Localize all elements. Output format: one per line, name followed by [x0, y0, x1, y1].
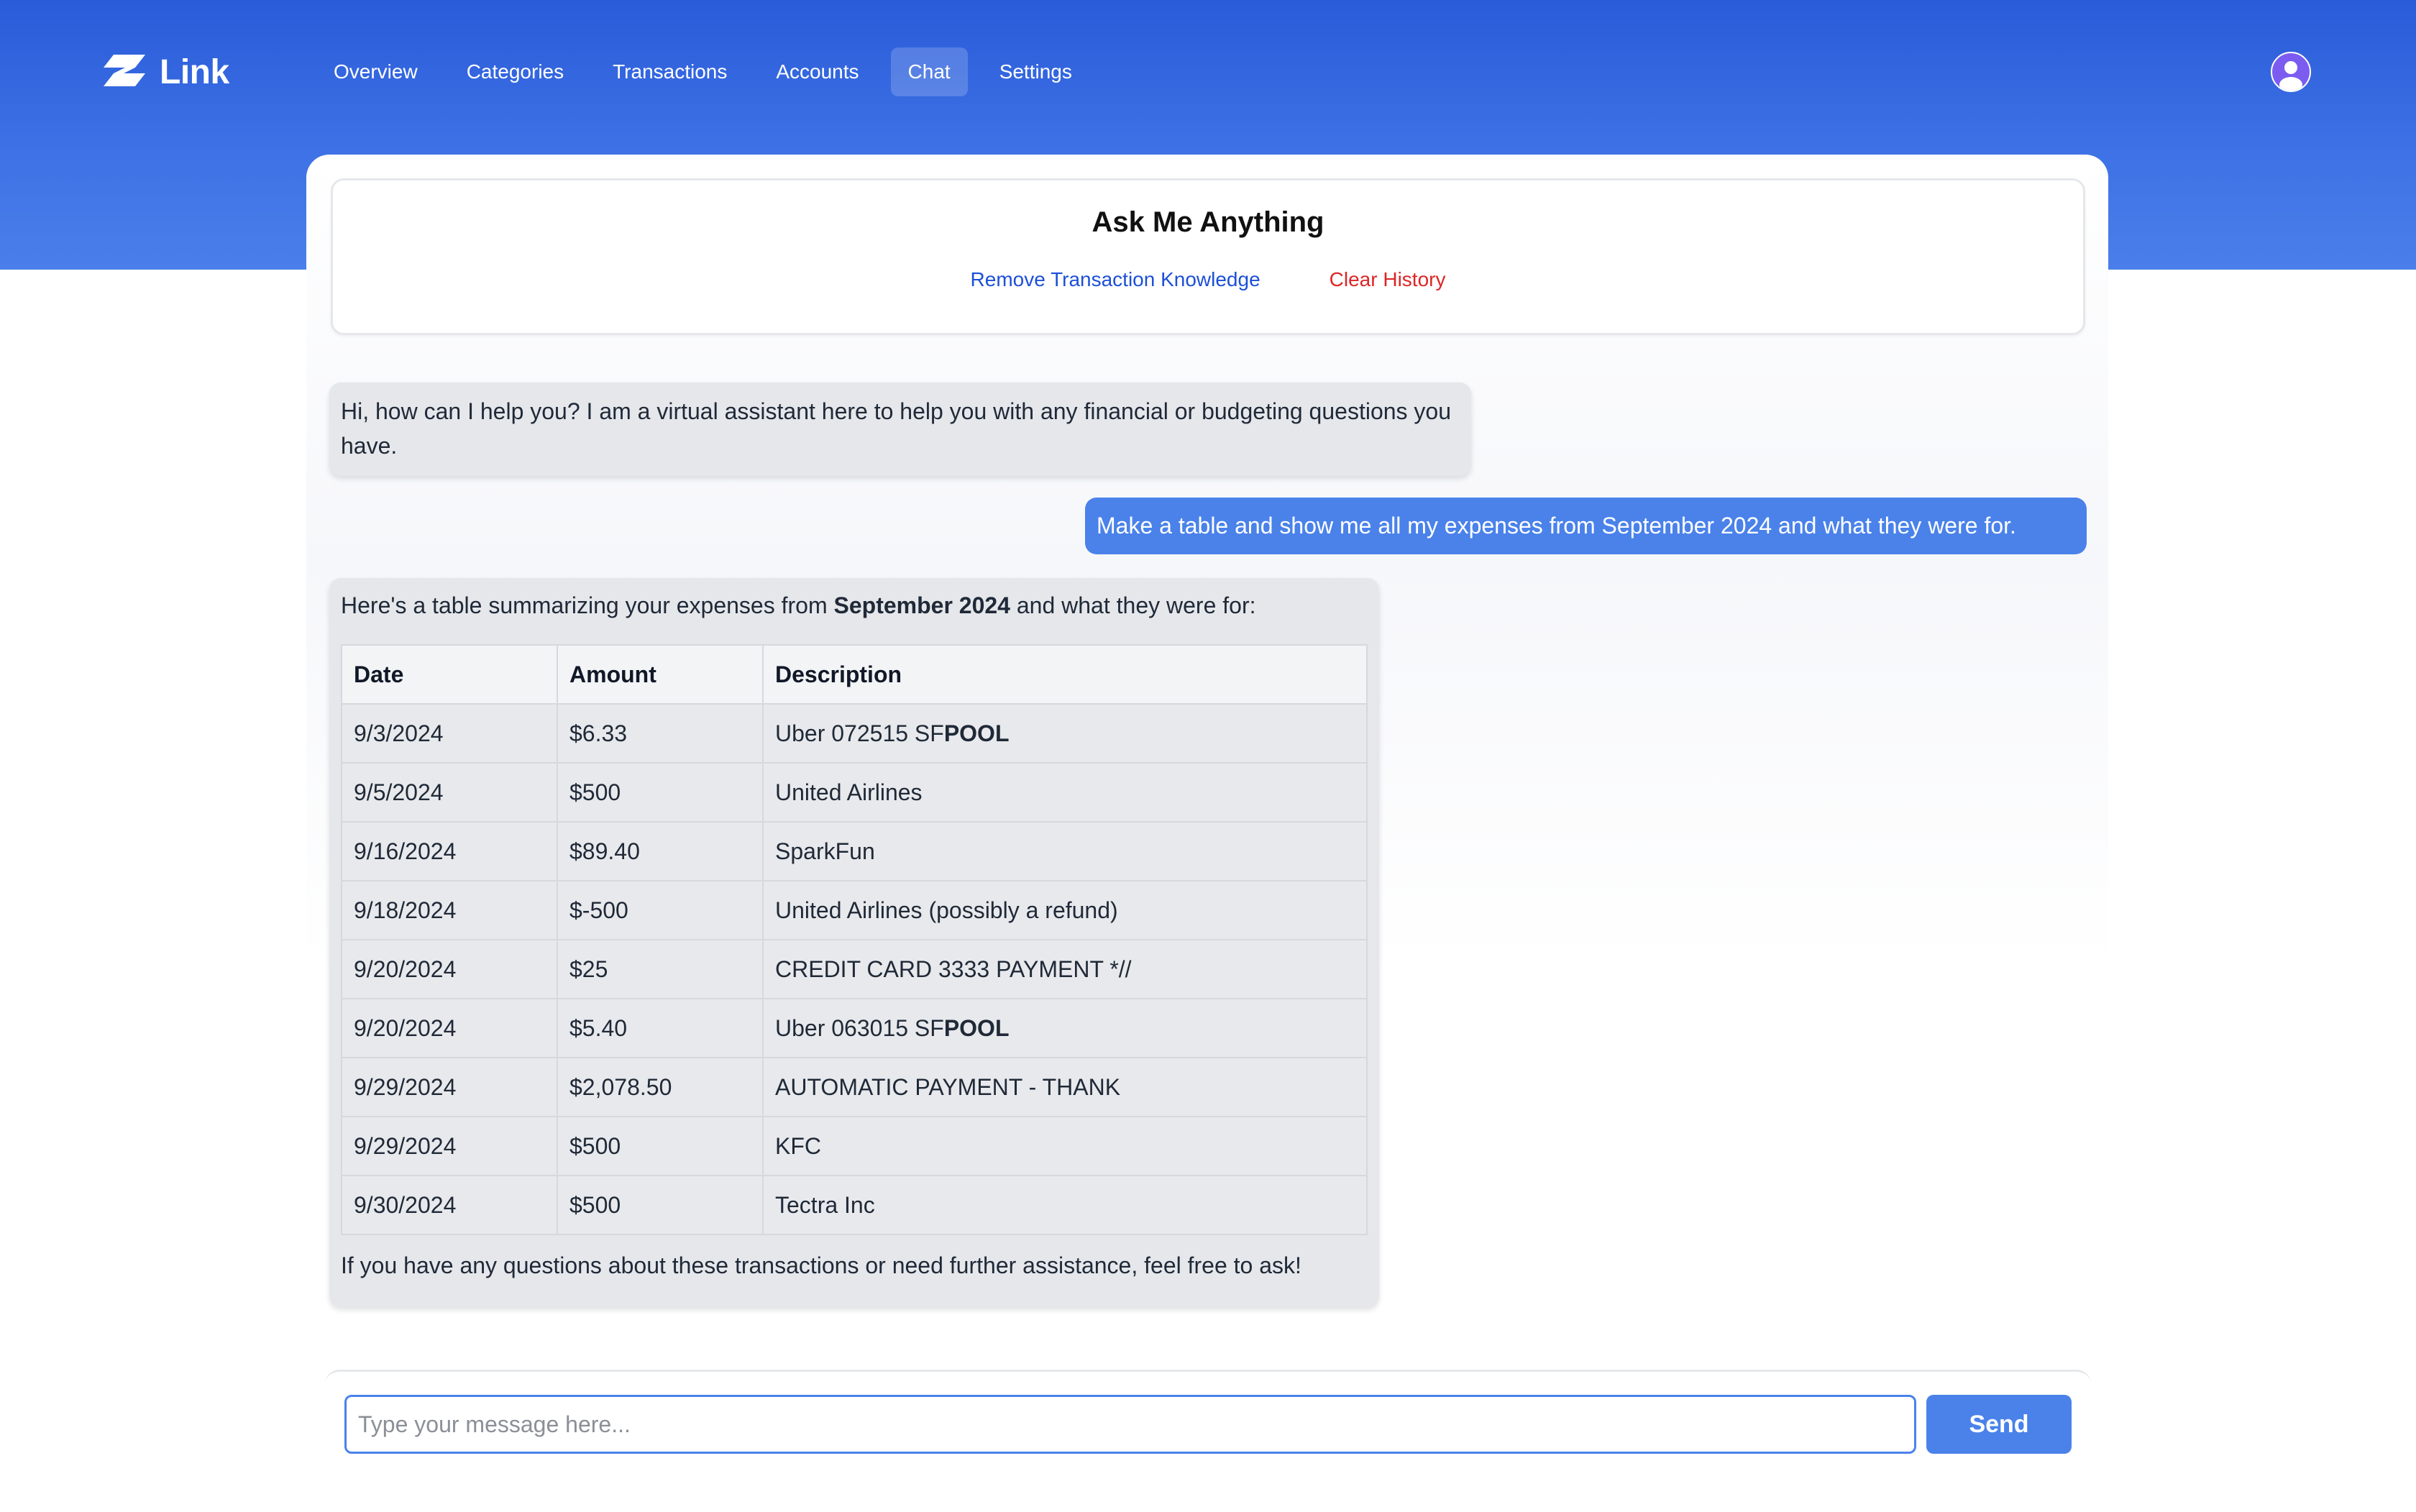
table-row: 9/16/2024 $89.40 SparkFun — [341, 821, 1368, 881]
cell-description: United Airlines (possibly a refund) — [762, 880, 1368, 940]
cell-date: 9/20/2024 — [341, 939, 558, 999]
reply-intro-emphasis: September 2024 — [833, 592, 1010, 618]
cell-date: 9/30/2024 — [341, 1175, 558, 1235]
app-name: Link — [160, 52, 229, 91]
main-nav: Overview Categories Transactions Account… — [316, 47, 1089, 96]
message-input[interactable] — [344, 1395, 1916, 1454]
table-header-row: Date Amount Description — [341, 644, 1368, 705]
cell-amount: $89.40 — [557, 821, 764, 881]
nav-item-accounts[interactable]: Accounts — [759, 47, 876, 96]
app-logo[interactable]: Link — [104, 49, 229, 95]
cell-amount: $5.40 — [557, 998, 764, 1058]
page-title: Ask Me Anything — [1092, 206, 1324, 238]
cell-date: 9/18/2024 — [341, 880, 558, 940]
cell-description: Tectra Inc — [762, 1175, 1368, 1235]
clear-history-button[interactable]: Clear History — [1330, 268, 1446, 291]
send-button[interactable]: Send — [1926, 1395, 2072, 1454]
nav-item-settings[interactable]: Settings — [982, 47, 1089, 96]
cell-amount: $2,078.50 — [557, 1057, 764, 1117]
nav-item-overview[interactable]: Overview — [316, 47, 435, 96]
header-actions: Remove Transaction Knowledge Clear Histo… — [333, 268, 2083, 291]
cell-amount: $500 — [557, 1116, 764, 1176]
cell-description: SparkFun — [762, 821, 1368, 881]
column-header-date: Date — [341, 644, 558, 705]
table-row: 9/20/2024 $5.40 Uber 063015 SFPOOL — [341, 998, 1368, 1058]
cell-description: United Airlines — [762, 762, 1368, 823]
cell-description: CREDIT CARD 3333 PAYMENT *// — [762, 939, 1368, 999]
nav-item-chat[interactable]: Chat — [890, 47, 968, 96]
assistant-message: Hi, how can I help you? I am a virtual a… — [329, 382, 1471, 476]
cell-description: KFC — [762, 1116, 1368, 1176]
remove-transaction-knowledge-button[interactable]: Remove Transaction Knowledge — [971, 268, 1260, 291]
reply-intro: Here's a table summarizing your expenses… — [341, 592, 1256, 618]
cell-amount: $25 — [557, 939, 764, 999]
nav-item-transactions[interactable]: Transactions — [595, 47, 744, 96]
top-navbar: Link Overview Categories Transactions Ac… — [0, 0, 2416, 144]
chat-header-card: Ask Me Anything Remove Transaction Knowl… — [331, 178, 2085, 335]
table-row: 9/29/2024 $2,078.50 AUTOMATIC PAYMENT - … — [341, 1057, 1368, 1117]
expenses-table: Date Amount Description 9/3/2024 $6.33 U… — [341, 644, 1368, 1235]
cell-description: Uber 072515 SFPOOL — [762, 703, 1368, 764]
column-header-description: Description — [762, 644, 1368, 705]
table-row: 9/3/2024 $6.33 Uber 072515 SFPOOL — [341, 703, 1368, 764]
cell-amount: $-500 — [557, 880, 764, 940]
table-row: 9/20/2024 $25 CREDIT CARD 3333 PAYMENT *… — [341, 939, 1368, 999]
user-message: Make a table and show me all my expenses… — [1085, 498, 2087, 554]
cell-date: 9/16/2024 — [341, 821, 558, 881]
cell-description: AUTOMATIC PAYMENT - THANK — [762, 1057, 1368, 1117]
table-row: 9/29/2024 $500 KFC — [341, 1116, 1368, 1176]
cell-date: 9/5/2024 — [341, 762, 558, 823]
nav-item-categories[interactable]: Categories — [449, 47, 581, 96]
table-row: 9/18/2024 $-500 United Airlines (possibl… — [341, 880, 1368, 940]
cell-date: 9/29/2024 — [341, 1116, 558, 1176]
table-row: 9/30/2024 $500 Tectra Inc — [341, 1175, 1368, 1235]
cell-date: 9/20/2024 — [341, 998, 558, 1058]
cell-amount: $6.33 — [557, 703, 764, 764]
user-avatar-icon[interactable] — [2271, 52, 2311, 92]
table-row: 9/5/2024 $500 United Airlines — [341, 762, 1368, 823]
cell-amount: $500 — [557, 1175, 764, 1235]
reply-outro: If you have any questions about these tr… — [341, 1252, 1301, 1278]
link-logo-icon — [104, 54, 145, 90]
cell-date: 9/3/2024 — [341, 703, 558, 764]
cell-amount: $500 — [557, 762, 764, 823]
cell-description: Uber 063015 SFPOOL — [762, 998, 1368, 1058]
cell-date: 9/29/2024 — [341, 1057, 558, 1117]
column-header-amount: Amount — [557, 644, 764, 705]
assistant-message: Here's a table summarizing your expenses… — [329, 578, 1379, 1307]
